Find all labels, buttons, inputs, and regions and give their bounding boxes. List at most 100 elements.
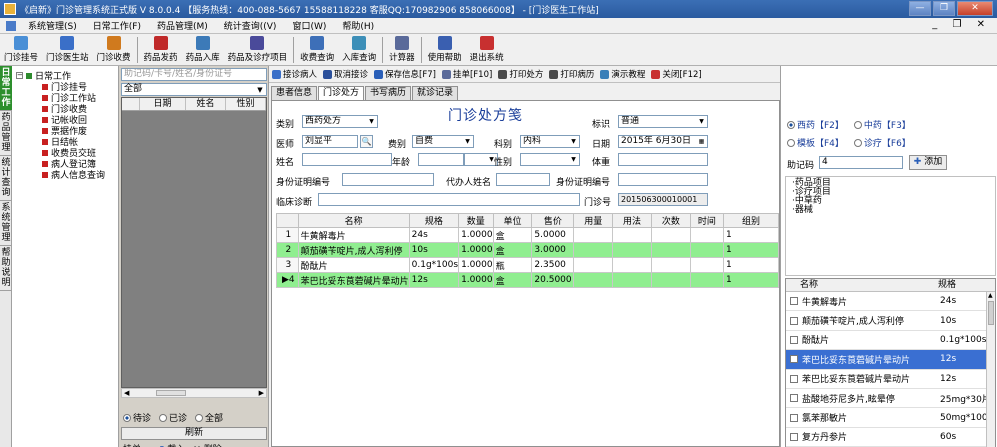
search-icon[interactable]: 🔍 (360, 135, 373, 148)
toolbar-button-7[interactable]: 入库查询 (338, 36, 380, 65)
cell-times[interactable] (650, 227, 691, 243)
checkbox[interactable] (790, 394, 798, 403)
chevron-down-icon[interactable]: ▼ (697, 117, 706, 126)
cell-group[interactable]: 1 (723, 242, 779, 258)
tab-3[interactable]: 就诊记录 (412, 86, 459, 100)
action-button-5[interactable]: 打印病历 (546, 68, 597, 80)
side-tab-4[interactable]: 帮助说明 (0, 246, 12, 291)
col-usage[interactable]: 用法 (612, 213, 652, 228)
cell-qty[interactable]: 1.0000 (458, 227, 494, 243)
action-button-6[interactable]: 演示教程 (597, 68, 648, 80)
side-tab-0[interactable]: 日常工作 (0, 66, 12, 111)
col-unit[interactable]: 单位 (492, 213, 533, 228)
chevron-down-icon[interactable]: ▼ (463, 137, 472, 146)
chevron-down-icon[interactable]: ▼ (569, 137, 578, 146)
toolbar-button-9[interactable]: 使用帮助 (424, 36, 466, 65)
scroll-left-icon[interactable]: ◀ (124, 389, 129, 397)
age-unit-select[interactable]: ▼ (464, 153, 498, 166)
cell-time[interactable] (689, 272, 725, 288)
calendar-icon[interactable]: ▦ (697, 137, 706, 146)
list-item[interactable]: 苯巴比妥东莨菪碱片晕动片 12s (786, 370, 995, 389)
list-item[interactable]: 盐酸地芬尼多片,眩晕停 25mg*30片 (786, 389, 995, 409)
chevron-down-icon[interactable]: ▼ (367, 117, 376, 126)
radio-done[interactable]: 已诊 (159, 411, 187, 424)
cell-dosage[interactable] (573, 257, 614, 273)
col-gender[interactable]: 性别 (226, 98, 266, 110)
checkbox[interactable] (790, 432, 798, 441)
add-button[interactable]: ✚ 添加 (909, 155, 947, 170)
drug-type-radio-3[interactable]: 诊疗【F6】 (853, 136, 911, 149)
mdi-controls[interactable]: _ ❐ ✕ (932, 19, 991, 30)
tab-0[interactable]: 患者信息 (271, 86, 318, 100)
action-button-1[interactable]: 取消接诊 (320, 68, 371, 80)
col-spec[interactable]: 规格 (408, 213, 460, 228)
cell-drug-name[interactable]: 颠茄磺苄啶片,成人泻利停 (297, 242, 410, 258)
col-qty[interactable]: 数量 (458, 213, 494, 228)
radio-all[interactable]: 全部 (195, 411, 223, 424)
col-list-spec[interactable]: 规格 (938, 279, 988, 291)
checkbox[interactable] (790, 335, 798, 344)
cell-time[interactable] (689, 227, 725, 243)
list-item[interactable]: 氯苯那敏片 50mg*100s (786, 408, 995, 428)
cell-times[interactable] (650, 257, 691, 273)
checkbox[interactable] (790, 297, 798, 306)
agent-id-field[interactable] (618, 173, 708, 186)
cell-unit[interactable]: 瓶 (492, 257, 533, 273)
mnemonic-search-input[interactable]: 4 (819, 156, 903, 169)
toolbar-button-4[interactable]: 药品入库 (182, 36, 224, 65)
drug-type-radio-1[interactable]: 中药【F3】 (853, 118, 911, 131)
menu-daily-work[interactable]: 日常工作(F) (85, 19, 149, 32)
cell-price[interactable]: 5.0000 (531, 227, 575, 243)
menu-statistics[interactable]: 统计查询((V) (216, 19, 285, 32)
tab-1[interactable]: 门诊处方 (318, 86, 365, 101)
action-button-3[interactable]: 挂单[F10] (439, 68, 495, 80)
cell-spec[interactable]: 10s (408, 242, 460, 258)
load-button[interactable]: ▮ 载入 (159, 442, 185, 447)
prescription-grid[interactable]: 名称 规格 数量 单位 售价 用量 用法 次数 时间 组别 1 牛黄解毒片 24s 1… (276, 213, 779, 288)
cell-spec[interactable]: 12s (408, 272, 460, 288)
tree-item[interactable]: 病人信息查询 (12, 169, 118, 181)
col-list-name[interactable]: 名称 (786, 279, 938, 291)
cell-usage[interactable] (612, 257, 652, 273)
cell-usage[interactable] (612, 272, 652, 288)
cell-qty[interactable]: 1.0000 (458, 242, 494, 258)
close-button[interactable]: ✕ (957, 1, 993, 16)
list-item[interactable]: 牛黄解毒片 24s (786, 292, 995, 312)
menu-window[interactable]: 窗口(W) (284, 19, 334, 32)
mark-select[interactable]: 普通 ▼ (618, 115, 708, 128)
cell-qty[interactable]: 1.0000 (458, 257, 494, 273)
collapse-icon[interactable]: − (16, 72, 23, 79)
cell-dosage[interactable] (573, 272, 614, 288)
cell-dosage[interactable] (573, 227, 614, 243)
cell-drug-name[interactable]: 牛黄解毒片 (297, 227, 410, 243)
fee-type-select[interactable]: 自费 ▼ (412, 135, 474, 148)
col-drug-name[interactable]: 名称 (297, 213, 410, 228)
cell-price[interactable]: 3.0000 (531, 242, 575, 258)
category-node[interactable]: ·器械 (792, 206, 995, 215)
table-row[interactable]: 3 酚酞片 0.1g*100s 1.0000 瓶 2.3500 1 (276, 257, 779, 273)
col-group[interactable]: 组别 (723, 213, 779, 228)
cell-price[interactable]: 2.3500 (531, 257, 575, 273)
radio-waiting[interactable]: 待诊 (123, 411, 151, 424)
action-button-0[interactable]: 接诊病人 (269, 68, 320, 80)
date-picker[interactable]: 2015年 6月30日 ▦ (618, 135, 708, 148)
toolbar-button-0[interactable]: 门诊挂号 (0, 36, 42, 65)
weight-field[interactable] (618, 153, 708, 166)
tab-2[interactable]: 书写病历 (365, 86, 412, 100)
menu-help[interactable]: 帮助(H) (334, 19, 382, 32)
list-item[interactable]: 酚酞片 0.1g*100s (786, 331, 995, 351)
toolbar-button-2[interactable]: 门诊收费 (93, 36, 135, 65)
doctor-field[interactable]: 刘显平 (302, 135, 358, 148)
cell-unit[interactable]: 盒 (492, 242, 533, 258)
cell-times[interactable] (650, 242, 691, 258)
category-node[interactable]: ·诊疗项目 (792, 188, 995, 197)
cell-group[interactable]: 1 (723, 227, 779, 243)
col-date[interactable]: 日期 (140, 98, 186, 110)
scroll-right-icon[interactable]: ▶ (259, 389, 264, 397)
cell-drug-name[interactable]: 酚酞片 (297, 257, 410, 273)
side-tab-3[interactable]: 系统管理 (0, 201, 12, 246)
table-row[interactable]: 1 牛黄解毒片 24s 1.0000 盒 5.0000 1 (276, 227, 779, 243)
patient-grid[interactable]: 日期 姓名 性别 (121, 97, 267, 388)
menu-drug-management[interactable]: 药品管理(M) (149, 19, 216, 32)
drug-category-tree[interactable]: ·药品项目 ·诊疗项目 ·中草药 ·器械 (785, 176, 996, 276)
